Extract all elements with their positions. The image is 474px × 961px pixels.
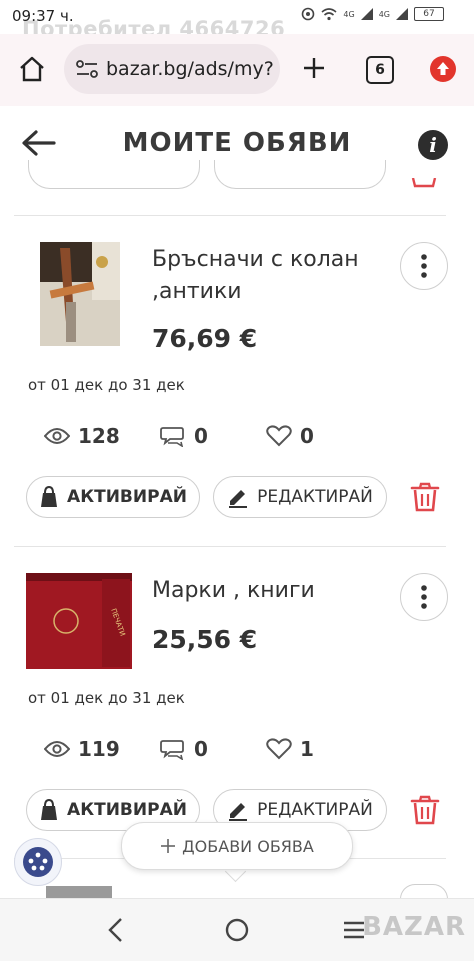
messages-count: 0	[194, 424, 208, 448]
wifi-icon	[321, 8, 337, 21]
views-stat: 128	[44, 424, 120, 448]
activate-label: АКТИВИРАЙ	[67, 487, 187, 507]
signal-icon-2	[396, 8, 408, 20]
favorites-count: 1	[300, 737, 314, 761]
nav-home-icon[interactable]	[224, 917, 250, 943]
heart-icon	[266, 738, 292, 760]
activate-label: АКТИВИРАЙ	[67, 800, 187, 820]
add-listing-label: ДОБАВИ ОБЯВА	[182, 836, 314, 856]
accessibility-widget[interactable]	[14, 838, 62, 886]
prev-activate-button[interactable]	[28, 160, 200, 189]
upload-icon[interactable]	[430, 56, 456, 82]
listing-photo-razors	[40, 242, 120, 346]
listing-photo-book: ПЕЧАТИ	[26, 573, 132, 669]
add-listing-button[interactable]: ДОБАВИ ОБЯВА	[121, 822, 353, 870]
listing-title[interactable]: Марки , книги	[152, 575, 392, 607]
url-text[interactable]: bazar.bg/ads/my?	[106, 58, 274, 80]
info-icon[interactable]: i	[418, 130, 448, 160]
network-type-1: 4G	[343, 9, 355, 19]
kebab-icon	[421, 254, 427, 278]
eye-icon	[44, 741, 70, 757]
more-options-button[interactable]	[400, 573, 448, 621]
shopping-bag-icon	[41, 799, 58, 820]
trash-icon[interactable]	[408, 480, 442, 514]
new-tab-plus-icon[interactable]	[302, 56, 326, 80]
shopping-bag-icon	[41, 486, 58, 507]
activate-button[interactable]: АКТИВИРАЙ	[26, 476, 200, 518]
signal-icon	[360, 8, 373, 20]
messages-stat: 0	[160, 737, 208, 761]
chat-icon	[160, 427, 184, 447]
prev-trash-icon[interactable]	[410, 178, 438, 188]
listing-period: от 01 дек до 31 дек	[28, 689, 185, 707]
listing-card: Бръсначи с колан ,антики 76,69 € от 01 д…	[0, 216, 474, 546]
messages-count: 0	[194, 737, 208, 761]
favorites-stat: 0	[266, 424, 314, 448]
status-time: 09:37 ч.	[12, 7, 74, 25]
pencil-icon	[229, 803, 248, 821]
address-bar[interactable]: bazar.bg/ads/my?	[64, 44, 280, 94]
eye-icon	[44, 428, 70, 444]
browser-toolbar: bazar.bg/ads/my? 6	[0, 34, 474, 107]
pencil-icon	[229, 490, 248, 508]
views-count: 119	[78, 737, 120, 761]
prev-edit-button[interactable]	[214, 160, 386, 189]
nav-back-icon[interactable]	[106, 917, 126, 943]
tabs-counter-button[interactable]: 6	[366, 56, 394, 84]
listing-title[interactable]: Бръсначи с колан ,антики	[152, 244, 392, 308]
heart-icon	[266, 425, 292, 447]
views-count: 128	[78, 424, 120, 448]
network-type-2: 4G	[378, 9, 390, 19]
favorites-count: 0	[300, 424, 314, 448]
listing-period: от 01 дек до 31 дек	[28, 376, 185, 394]
next-listing-thumbnail[interactable]	[46, 886, 112, 898]
edit-button[interactable]: РЕДАКТИРАЙ	[213, 476, 387, 518]
listing-thumbnail[interactable]: ПЕЧАТИ	[26, 573, 132, 669]
next-more-options-button[interactable]	[400, 884, 448, 899]
listing-card: ПЕЧАТИ Марки , книги 25,56 € от 01 дек д…	[0, 547, 474, 857]
kebab-icon	[421, 585, 427, 609]
more-options-button[interactable]	[400, 242, 448, 290]
bazar-watermark: BAZAR	[362, 912, 466, 942]
plus-icon	[161, 839, 176, 853]
accessibility-icon	[23, 847, 53, 877]
status-icons: 4G 4G 67	[301, 7, 444, 21]
views-stat: 119	[44, 737, 120, 761]
favorites-stat: 1	[266, 737, 314, 761]
home-icon[interactable]	[18, 56, 46, 82]
listing-price: 25,56 €	[152, 625, 258, 654]
listing-price: 76,69 €	[152, 324, 258, 353]
location-icon	[302, 7, 315, 21]
status-bar: Потребител 4664726 09:37 ч. 4G 4G 67	[0, 0, 474, 41]
edit-label: РЕДАКТИРАЙ	[257, 487, 373, 507]
site-settings-icon[interactable]	[76, 60, 98, 78]
page-title: МОИТЕ ОБЯВИ	[122, 128, 352, 158]
chat-icon	[160, 740, 184, 760]
listing-thumbnail[interactable]	[40, 242, 120, 346]
messages-stat: 0	[160, 424, 208, 448]
trash-icon[interactable]	[408, 793, 442, 827]
edit-label: РЕДАКТИРАЙ	[257, 800, 373, 820]
battery-indicator: 67	[414, 7, 444, 21]
